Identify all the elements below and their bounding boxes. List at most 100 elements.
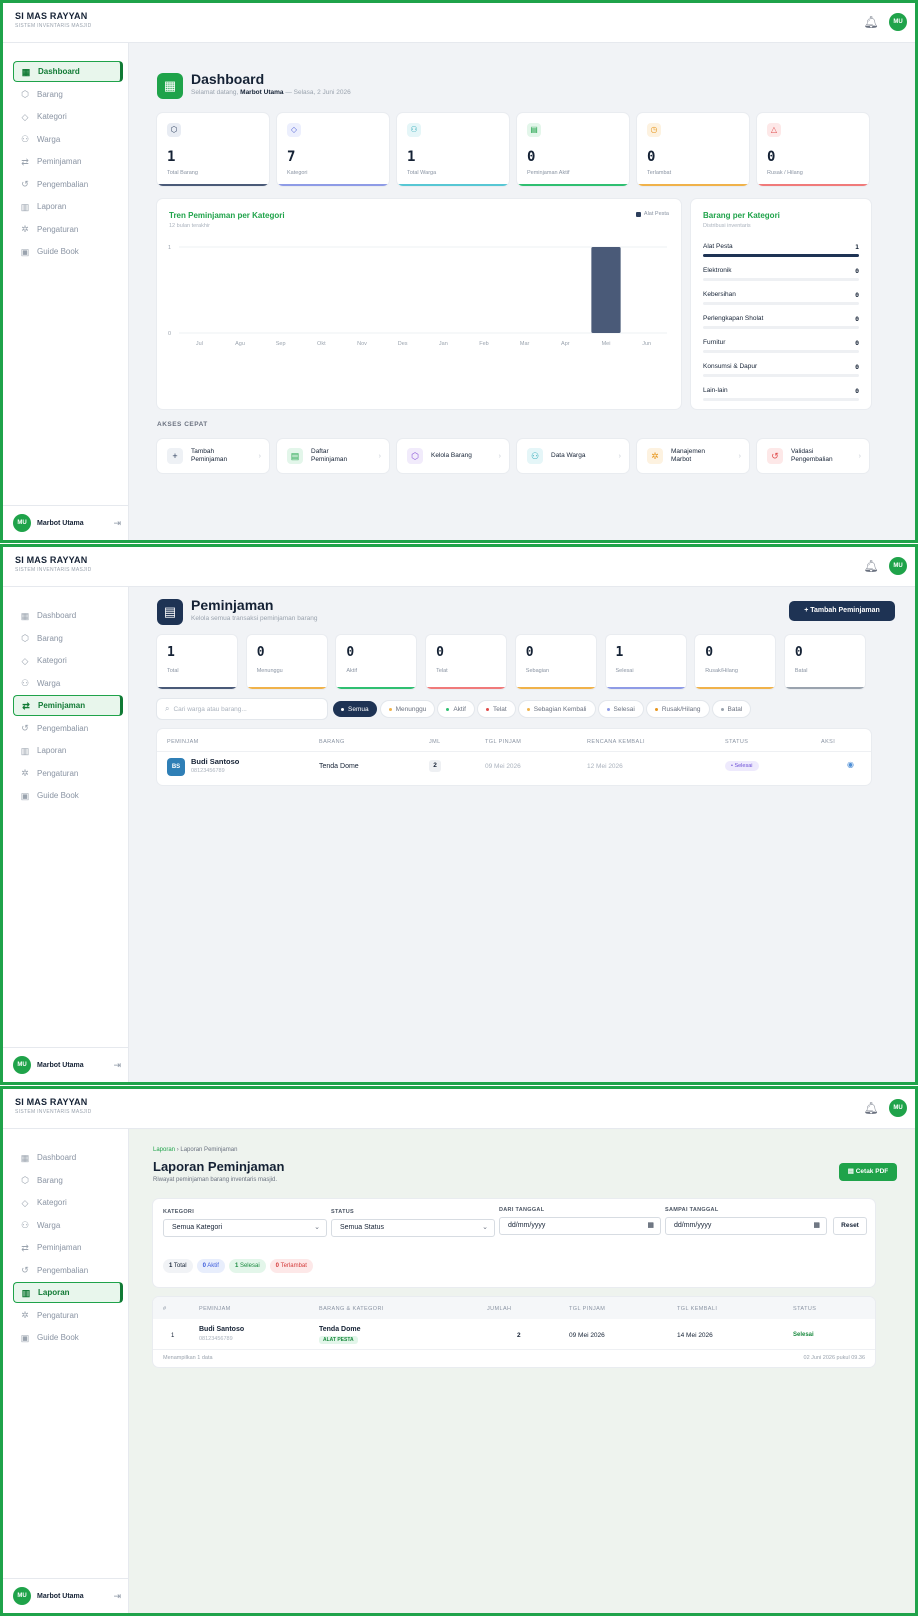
sidebar-item-pengembalian[interactable]: ↺ Pengembalian bbox=[13, 1260, 123, 1281]
stat-card: 1 Total bbox=[157, 635, 237, 689]
tgl-kembali: 14 Mei 2026 bbox=[677, 1332, 713, 1339]
sidebar-item-laporan[interactable]: ▥ Laporan bbox=[13, 196, 123, 217]
chevron-right-icon: › bbox=[378, 452, 381, 460]
avatar[interactable]: MU bbox=[889, 1099, 907, 1117]
alert-icon: △ bbox=[767, 123, 781, 137]
avatar[interactable]: MU bbox=[889, 557, 907, 575]
logout-icon[interactable]: ⇥ bbox=[113, 1591, 121, 1602]
filter-pill[interactable]: Sebagian Kembali bbox=[518, 701, 595, 717]
sidebar-item-label: Guide Book bbox=[37, 247, 79, 256]
app-subtitle: SISTEM INVENTARIS MASJID bbox=[15, 23, 92, 29]
sidebar-item-pengaturan[interactable]: ✲ Pengaturan bbox=[13, 1305, 123, 1326]
calendar-icon[interactable]: ▦ bbox=[647, 1218, 654, 1234]
sidebar-item-pengaturan[interactable]: ✲ Pengaturan bbox=[13, 763, 123, 784]
chip-label: Terlambat bbox=[280, 1263, 307, 1269]
sidebar-item-peminjaman[interactable]: ⇄ Peminjaman bbox=[13, 151, 123, 172]
avatar: MU bbox=[13, 514, 31, 532]
users-icon: ⚇ bbox=[20, 678, 30, 688]
dari-date-input[interactable]: dd/mm/yyyy ▦ bbox=[499, 1217, 661, 1235]
filter-pill[interactable]: Semua bbox=[333, 701, 377, 717]
sidebar-item-dashboard[interactable]: ▦ Dashboard bbox=[13, 61, 123, 82]
quick-access-label: Kelola Barang bbox=[431, 452, 472, 459]
sidebar-item-barang[interactable]: ⬡ Barang bbox=[13, 84, 123, 105]
eye-icon[interactable]: ◉ bbox=[847, 760, 854, 769]
sidebar-item-label: Barang bbox=[37, 89, 63, 99]
quick-access-item[interactable]: ⬡ Kelola Barang › bbox=[397, 439, 509, 473]
app-title: SI MAS RAYYAN bbox=[15, 1097, 88, 1107]
bell-icon[interactable]: 🔔︎ bbox=[863, 1100, 879, 1116]
category-subtitle: Distribusi inventaris bbox=[703, 223, 751, 229]
stat-card: ◇ 7 Kategori bbox=[277, 113, 389, 186]
reset-button[interactable]: Reset bbox=[833, 1217, 867, 1235]
sidebar: ▦ Dashboard ⬡ Barang ◇ Kategori ⚇ Warga ⇄ Pem… bbox=[3, 587, 129, 1082]
x-tick-label: Des bbox=[398, 341, 408, 347]
sampai-date-input[interactable]: dd/mm/yyyy ▦ bbox=[665, 1217, 827, 1235]
filter-pill[interactable]: Batal bbox=[712, 701, 751, 717]
sidebar-item-warga[interactable]: ⚇ Warga bbox=[13, 1215, 123, 1236]
stat-value: 0 bbox=[647, 149, 656, 165]
category-badge: ALAT PESTA bbox=[319, 1336, 358, 1344]
quick-access-item[interactable]: ⚇ Data Warga › bbox=[517, 439, 629, 473]
sidebar-item-pengembalian[interactable]: ↺ Pengembalian bbox=[13, 174, 123, 195]
category-name: Alat Pesta bbox=[703, 243, 733, 250]
sidebar-item-warga[interactable]: ⚇ Warga bbox=[13, 129, 123, 150]
sidebar-item-guide-book[interactable]: ▣ Guide Book bbox=[13, 1327, 123, 1348]
summary-chip: 0 Terlambat bbox=[269, 1259, 313, 1273]
logout-icon[interactable]: ⇥ bbox=[113, 1060, 121, 1071]
logout-icon[interactable]: ⇥ bbox=[113, 518, 121, 529]
sidebar-item-pengembalian[interactable]: ↺ Pengembalian bbox=[13, 718, 123, 739]
quick-access-label: Validasi Pengembalian bbox=[791, 448, 833, 463]
filter-pill[interactable]: Aktif bbox=[438, 701, 474, 717]
quick-access-item[interactable]: ↺ Validasi Pengembalian › bbox=[757, 439, 869, 473]
x-tick-label: Okt bbox=[317, 341, 326, 347]
category-row: Perlengkapan Sholat 0 bbox=[703, 311, 859, 335]
sidebar-item-laporan[interactable]: ▥ Laporan bbox=[13, 1282, 123, 1303]
filter-label: DARI TANGGAL bbox=[499, 1207, 545, 1213]
stat-accent-bar bbox=[517, 184, 629, 186]
quick-access-item[interactable]: ▤ Daftar Peminjaman › bbox=[277, 439, 389, 473]
filter-pill[interactable]: Telat bbox=[478, 701, 515, 717]
clipboard-icon: ▤ bbox=[527, 123, 541, 137]
print-pdf-button[interactable]: ▤ Cetak PDF bbox=[839, 1163, 897, 1181]
sidebar-item-pengaturan[interactable]: ✲ Pengaturan bbox=[13, 219, 123, 240]
col-header: BARANG & KATEGORI bbox=[319, 1306, 384, 1312]
sidebar-item-barang[interactable]: ⬡ Barang bbox=[13, 628, 123, 649]
filter-pill[interactable]: Menunggu bbox=[380, 701, 435, 717]
sidebar-item-kategori[interactable]: ◇ Kategori bbox=[13, 650, 123, 671]
add-peminjaman-button[interactable]: + Tambah Peminjaman bbox=[789, 601, 895, 621]
search-input[interactable]: ⌕ Cari warga atau barang... bbox=[157, 699, 327, 719]
breadcrumb-link[interactable]: Laporan bbox=[153, 1147, 175, 1153]
quick-access-title: AKSES CEPAT bbox=[157, 421, 208, 428]
sidebar-item-label: Pengembalian bbox=[37, 1265, 89, 1275]
avatar[interactable]: MU bbox=[889, 13, 907, 31]
sidebar-item-peminjaman[interactable]: ⇄ Peminjaman bbox=[13, 1237, 123, 1258]
breadcrumb-current: Laporan Peminjaman bbox=[180, 1147, 238, 1153]
status-select[interactable]: Semua Status ⌄ bbox=[331, 1219, 495, 1237]
sidebar-item-label: Peminjaman bbox=[38, 701, 86, 710]
tag-icon: ◇ bbox=[287, 123, 301, 137]
sidebar-item-dashboard[interactable]: ▦ Dashboard bbox=[13, 605, 123, 626]
sidebar-item-barang[interactable]: ⬡ Barang bbox=[13, 1170, 123, 1191]
stat-value: 0 bbox=[256, 645, 265, 660]
kategori-select[interactable]: Semua Kategori ⌄ bbox=[163, 1219, 327, 1237]
bell-icon[interactable]: 🔔︎ bbox=[863, 14, 879, 30]
quick-access-item[interactable]: + Tambah Peminjaman › bbox=[157, 439, 269, 473]
bell-icon[interactable]: 🔔︎ bbox=[863, 558, 879, 574]
sidebar-item-warga[interactable]: ⚇ Warga bbox=[13, 673, 123, 694]
sidebar-item-kategori[interactable]: ◇ Kategori bbox=[13, 1192, 123, 1213]
sidebar-item-guide-book[interactable]: ▣ Guide Book bbox=[13, 241, 123, 262]
sidebar-item-peminjaman[interactable]: ⇄ Peminjaman bbox=[13, 695, 123, 716]
quick-access-label: Daftar Peminjaman bbox=[311, 448, 348, 463]
calendar-icon[interactable]: ▦ bbox=[813, 1218, 820, 1234]
sidebar-item-dashboard[interactable]: ▦ Dashboard bbox=[13, 1147, 123, 1168]
sidebar-item-guide-book[interactable]: ▣ Guide Book bbox=[13, 785, 123, 806]
chip-count: 0 bbox=[275, 1263, 279, 1269]
print-pdf-label: Cetak PDF bbox=[855, 1168, 889, 1175]
quick-access-item[interactable]: ✲ Manajemen Marbot › bbox=[637, 439, 749, 473]
filter-pill[interactable]: Selesai bbox=[598, 701, 643, 717]
filter-pill[interactable]: Rusak/Hilang bbox=[646, 701, 709, 717]
sidebar-item-kategori[interactable]: ◇ Kategori bbox=[13, 106, 123, 127]
sidebar-item-laporan[interactable]: ▥ Laporan bbox=[13, 740, 123, 761]
status-dot bbox=[654, 707, 658, 711]
category-count: 0 bbox=[855, 291, 859, 299]
